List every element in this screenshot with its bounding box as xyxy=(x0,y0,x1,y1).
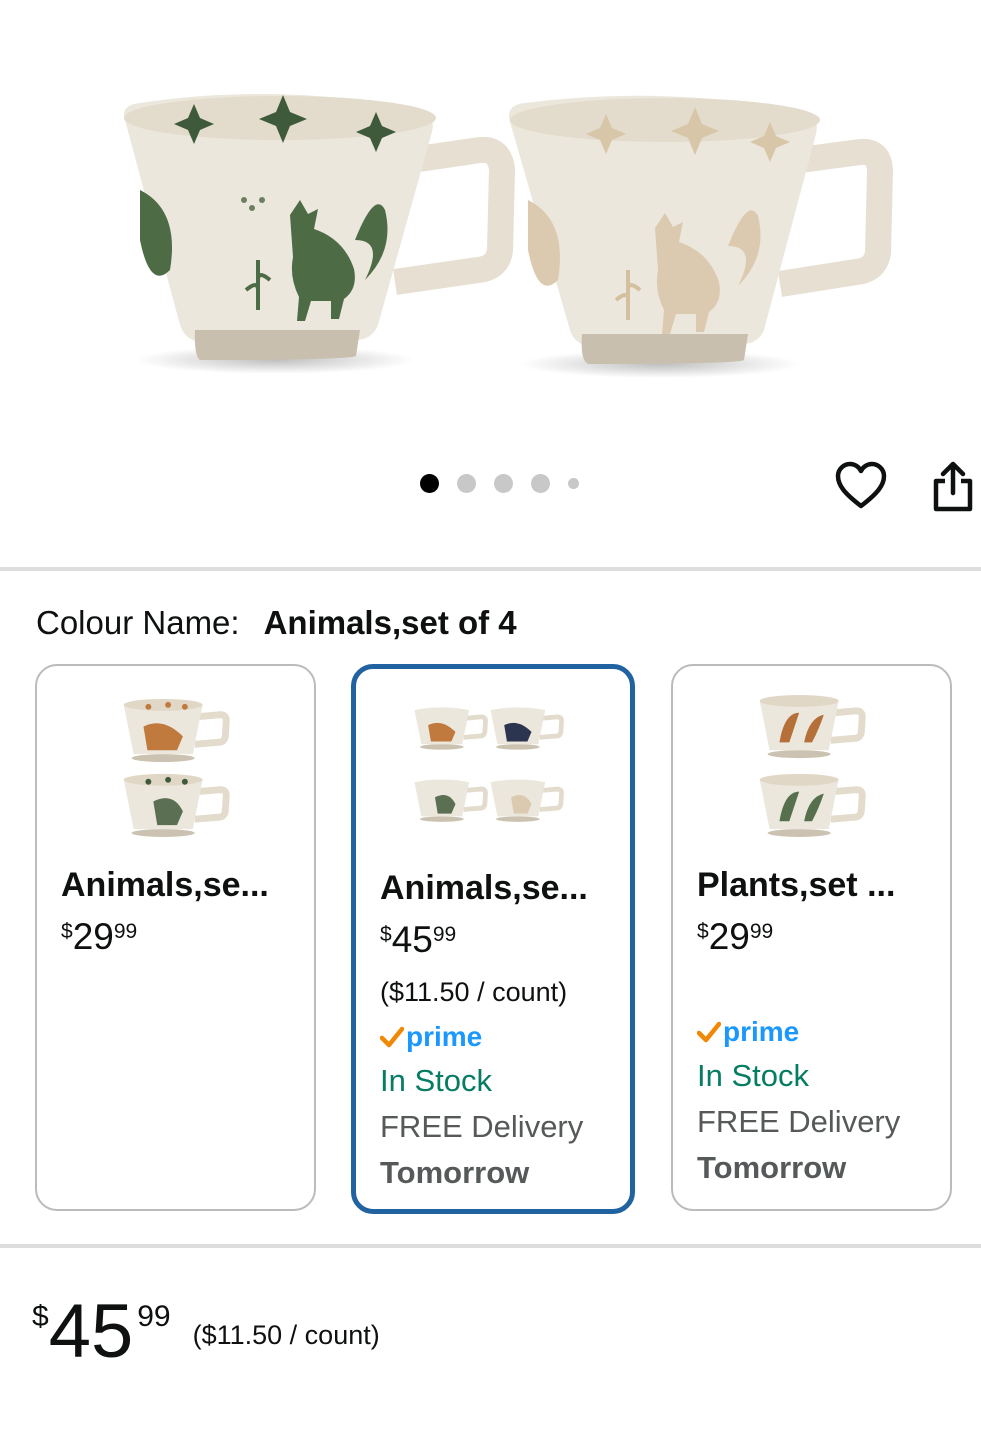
carousel-dot-2[interactable] xyxy=(457,474,476,493)
prime-badge: prime xyxy=(380,1021,482,1053)
price-fraction: 99 xyxy=(137,1300,171,1333)
variant-name: Animals,se... xyxy=(380,869,588,907)
stock-status: In Stock xyxy=(380,1063,492,1098)
carousel-dot-1[interactable] xyxy=(420,474,439,493)
variant-name: Plants,set ... xyxy=(697,866,896,904)
price-whole: 45 xyxy=(48,1289,134,1374)
mug-beige xyxy=(509,95,893,364)
share-button[interactable] xyxy=(930,461,976,513)
variant-thumbnail xyxy=(414,707,564,822)
prime-check-icon xyxy=(380,1026,404,1048)
variant-price: $2999 xyxy=(697,916,774,957)
delivery-day: Tomorrow xyxy=(380,1155,530,1190)
variant-name: Animals,se... xyxy=(61,866,269,904)
summary-unit-price: ($11.50 / count) xyxy=(192,1320,380,1350)
variant-card-animals-set-of-4[interactable]: Animals,se... $4599 ($11.50 / count) pri… xyxy=(351,664,635,1214)
stock-status: In Stock xyxy=(697,1058,809,1093)
variant-card-plants-set[interactable]: Plants,set ... $2999 prime In Stock FREE… xyxy=(671,664,952,1211)
colour-name-label: Colour Name: xyxy=(36,604,240,641)
variant-price: $4599 xyxy=(380,919,457,960)
share-icon xyxy=(933,461,973,512)
mugs-illustration xyxy=(124,94,893,378)
carousel-dot-3[interactable] xyxy=(494,474,513,493)
variant-thumbnail xyxy=(759,695,866,837)
mug-green xyxy=(124,94,515,360)
variant-price: $2999 xyxy=(61,916,138,957)
carousel-dot-5[interactable] xyxy=(568,478,579,489)
wishlist-button[interactable] xyxy=(834,461,888,511)
delivery-label: FREE Delivery xyxy=(380,1109,584,1144)
section-divider xyxy=(0,1244,981,1248)
prime-check-icon xyxy=(697,1021,721,1043)
variant-unit-price: ($11.50 / count) xyxy=(380,977,568,1007)
colour-name-value: Animals,set of 4 xyxy=(263,604,517,641)
price-symbol: $ xyxy=(32,1300,49,1333)
delivery-label: FREE Delivery xyxy=(697,1104,901,1139)
product-image[interactable] xyxy=(0,0,981,440)
variant-card-animals-set-of-2[interactable]: Animals,se... $2999 xyxy=(35,664,316,1211)
delivery-day: Tomorrow xyxy=(697,1150,847,1185)
prime-badge: prime xyxy=(697,1016,799,1048)
summary-price: $ 45 99 ($11.50 / count) xyxy=(32,1289,380,1374)
carousel-dots xyxy=(420,474,579,493)
carousel-dot-4[interactable] xyxy=(531,474,550,493)
heart-icon xyxy=(835,461,887,509)
section-divider xyxy=(0,567,981,571)
colour-name-row: Colour Name: Animals,set of 4 xyxy=(36,604,517,642)
variant-thumbnail xyxy=(123,698,230,837)
